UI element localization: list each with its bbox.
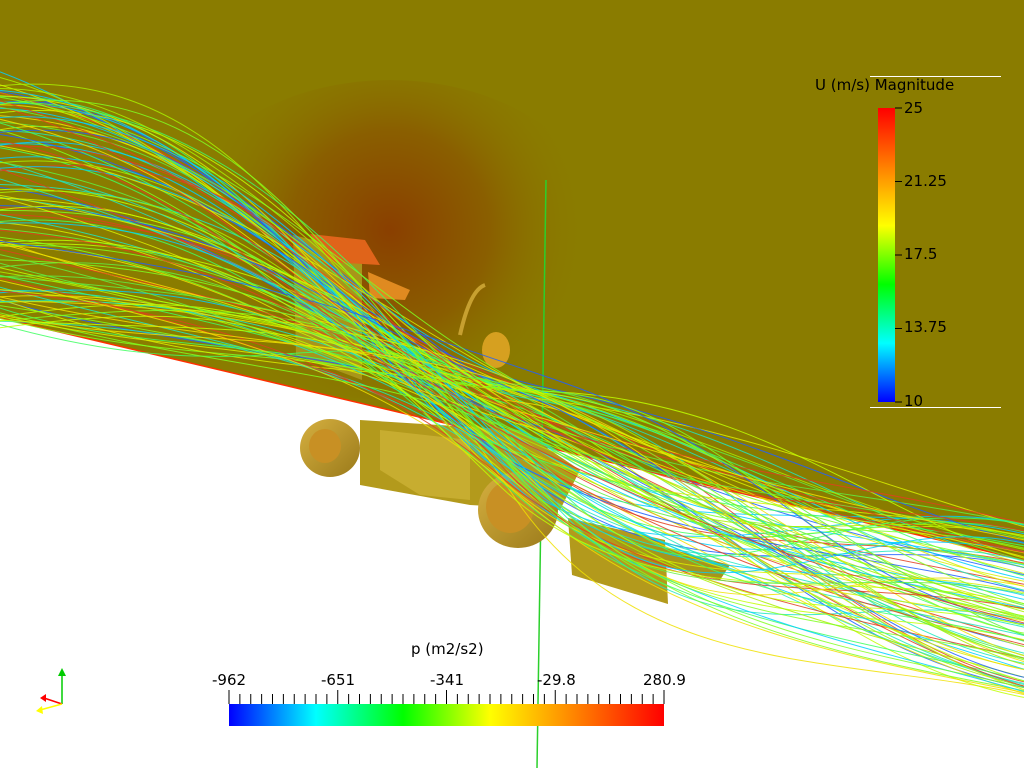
rear-wheel-rim (309, 429, 341, 463)
pressure-tick-label: -651 (321, 671, 356, 689)
render-viewport[interactable]: U (m/s) Magnitude 25 21.25 17.5 13.75 10… (0, 0, 1024, 768)
velocity-tick-label: 25 (904, 99, 924, 117)
velocity-legend-title: U (m/s) Magnitude (815, 76, 955, 94)
pressure-tick-label: -962 (212, 671, 247, 689)
velocity-color-bar (878, 108, 895, 402)
orientation-axes-widget (36, 668, 66, 714)
pressure-tick-label: -341 (430, 671, 465, 689)
pressure-tick-label: -29.8 (537, 671, 576, 689)
pressure-legend-title: p (m2/s2) (411, 640, 484, 658)
pressure-ticks (228, 690, 665, 704)
velocity-tick-label: 13.75 (904, 318, 947, 336)
pressure-tick-label: 280.9 (643, 671, 686, 689)
cfd-render-scene[interactable] (0, 0, 1024, 768)
pressure-color-bar (229, 704, 664, 726)
velocity-tick-label: 17.5 (904, 245, 938, 263)
velocity-tick-label: 21.25 (904, 172, 947, 190)
velocity-legend-bottom-rule (870, 407, 1001, 408)
